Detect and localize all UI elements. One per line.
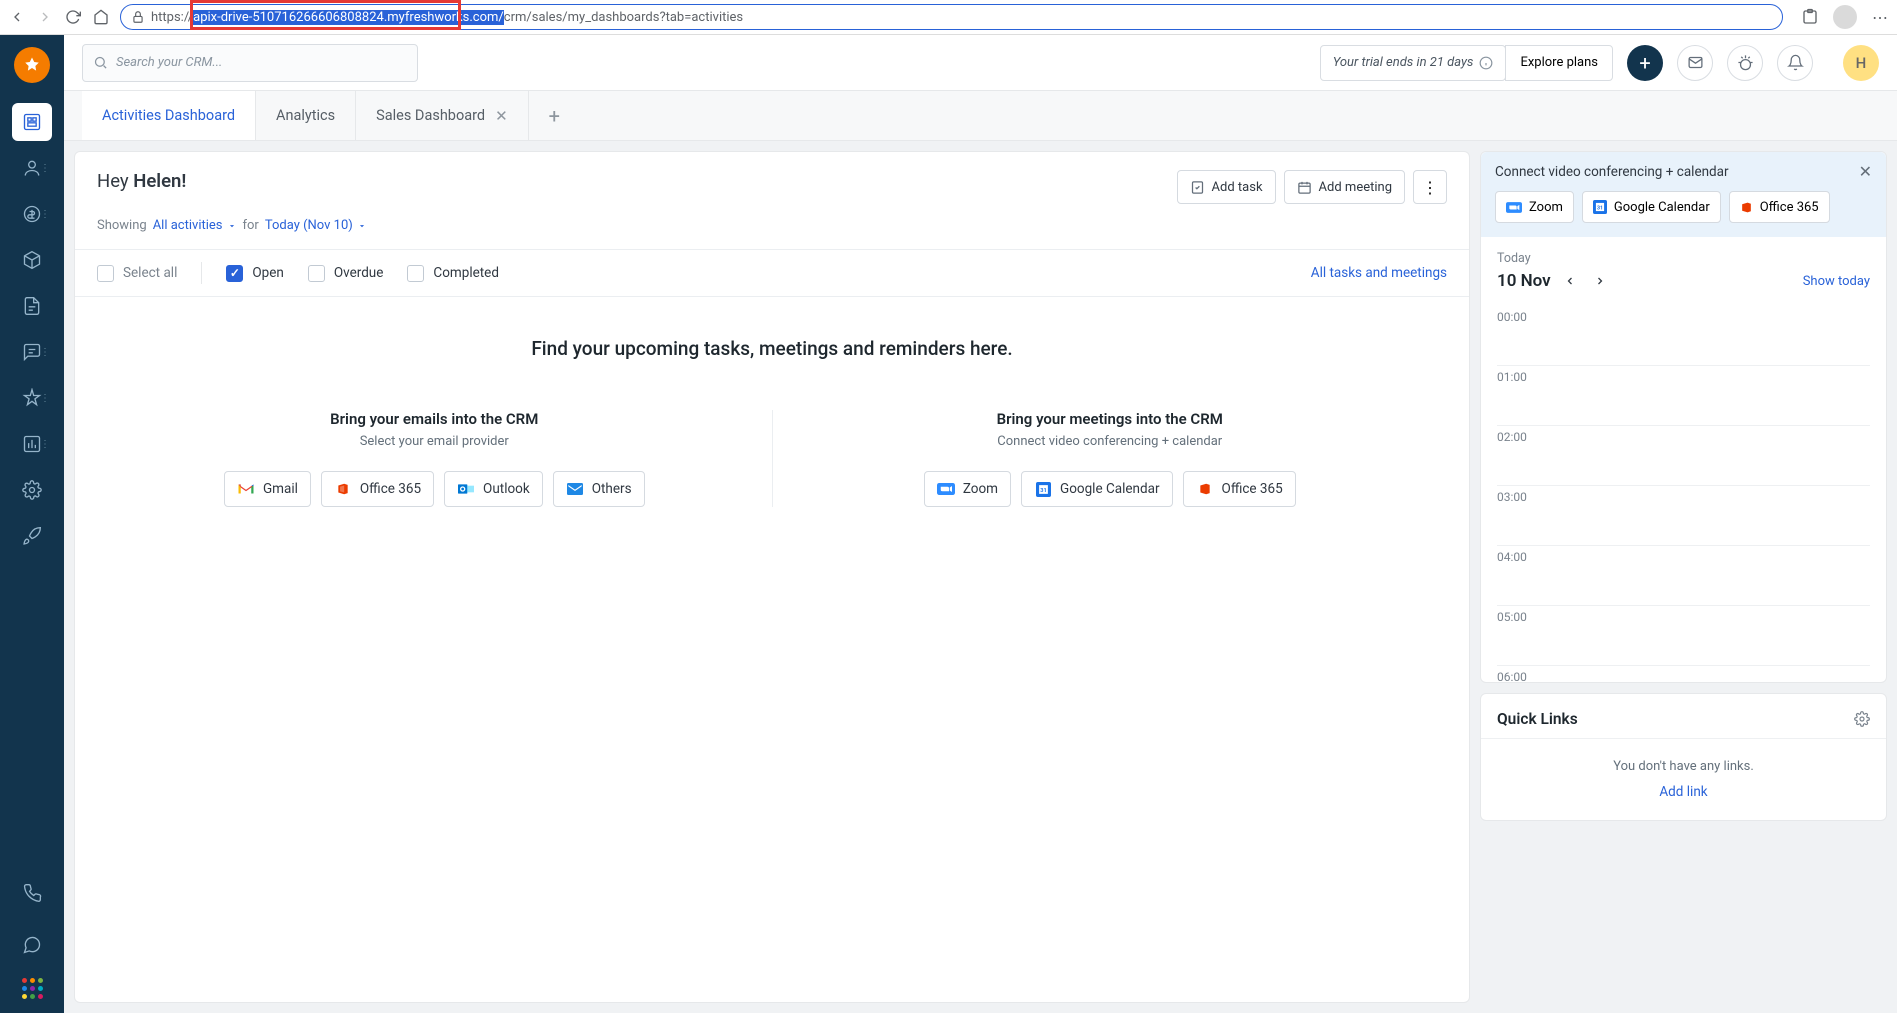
connect-calendar-card: Connect video conferencing + calendar ✕ … bbox=[1480, 151, 1887, 683]
bring-emails-subtitle: Select your email provider bbox=[127, 434, 742, 449]
user-avatar[interactable]: H bbox=[1843, 45, 1879, 81]
more-icon[interactable]: ⋯ bbox=[1871, 8, 1889, 26]
add-link-button[interactable]: Add link bbox=[1497, 784, 1870, 800]
bring-meetings-heading: Bring your meetings into the CRM bbox=[803, 410, 1418, 428]
nav-automations[interactable]: ⋮ bbox=[12, 379, 52, 417]
today-label: Today bbox=[1497, 251, 1870, 266]
workspace-tabs: Activities Dashboard Analytics Sales Das… bbox=[64, 91, 1897, 141]
email-button[interactable] bbox=[1677, 45, 1713, 81]
nav-dashboard[interactable] bbox=[12, 103, 52, 141]
quick-add-button[interactable]: + bbox=[1627, 45, 1663, 81]
notifications-button[interactable] bbox=[1777, 45, 1813, 81]
task-icon bbox=[1190, 180, 1205, 195]
show-today-link[interactable]: Show today bbox=[1803, 274, 1870, 289]
close-icon[interactable]: ✕ bbox=[495, 107, 508, 125]
outlook-button[interactable]: Outlook bbox=[444, 471, 543, 507]
tab-activities-dashboard[interactable]: Activities Dashboard bbox=[82, 91, 256, 140]
bring-meetings-subtitle: Connect video conferencing + calendar bbox=[803, 434, 1418, 449]
close-connect-button[interactable]: ✕ bbox=[1859, 162, 1872, 181]
add-meeting-button[interactable]: Add meeting bbox=[1284, 170, 1405, 204]
open-checkbox[interactable]: Open bbox=[226, 265, 283, 282]
dashboard-panel: Hey Helen! Add task Add meeting ⋮ bbox=[74, 151, 1470, 1003]
more-actions-button[interactable]: ⋮ bbox=[1413, 170, 1447, 204]
info-icon bbox=[1479, 56, 1493, 70]
search-input[interactable] bbox=[116, 55, 407, 70]
svg-text:31: 31 bbox=[1597, 205, 1603, 211]
office365-meeting-button[interactable]: Office 365 bbox=[1183, 471, 1296, 507]
prev-day-button[interactable] bbox=[1559, 270, 1581, 292]
quick-links-title: Quick Links bbox=[1497, 710, 1578, 728]
empty-state-title: Find your upcoming tasks, meetings and r… bbox=[97, 337, 1447, 360]
search-icon bbox=[93, 55, 108, 70]
connect-zoom-button[interactable]: Zoom bbox=[1495, 191, 1574, 223]
freddy-button[interactable] bbox=[1727, 45, 1763, 81]
connect-gcal-button[interactable]: 31Google Calendar bbox=[1582, 191, 1721, 223]
extensions-icon[interactable] bbox=[1801, 8, 1819, 26]
quick-links-empty: You don't have any links. bbox=[1497, 759, 1870, 774]
greeting: Hey Helen! bbox=[97, 170, 186, 192]
completed-checkbox[interactable]: Completed bbox=[407, 265, 499, 282]
app-logo[interactable] bbox=[14, 47, 50, 83]
gmail-button[interactable]: Gmail bbox=[224, 471, 311, 507]
filter-bar: Showing All activities for Today (Nov 10… bbox=[75, 214, 1469, 249]
office365-email-button[interactable]: Office 365 bbox=[321, 471, 434, 507]
quick-links-card: Quick Links You don't have any links. Ad… bbox=[1480, 693, 1887, 821]
home-icon[interactable] bbox=[92, 8, 110, 26]
url-domain-highlighted: apix-drive-510716266606808824.myfreshwor… bbox=[193, 10, 504, 25]
nav-products[interactable] bbox=[12, 241, 52, 279]
zoom-button[interactable]: Zoom bbox=[924, 471, 1011, 507]
bring-emails-heading: Bring your emails into the CRM bbox=[127, 410, 742, 428]
time-slot: 00:00 bbox=[1497, 306, 1870, 366]
tab-sales-dashboard[interactable]: Sales Dashboard✕ bbox=[356, 91, 529, 140]
browser-toolbar: https://apix-drive-510716266606808824.my… bbox=[0, 0, 1897, 35]
google-calendar-button[interactable]: 31Google Calendar bbox=[1021, 471, 1173, 507]
left-nav-rail: ⋮ ⋮ ⋮ ⋮ ⋮ bbox=[0, 35, 64, 1013]
reload-icon[interactable] bbox=[64, 8, 82, 26]
add-task-button[interactable]: Add task bbox=[1177, 170, 1276, 204]
nav-chat[interactable] bbox=[12, 926, 52, 964]
search-box[interactable] bbox=[82, 44, 418, 82]
calendar-date: 10 Nov bbox=[1497, 271, 1551, 291]
next-day-button[interactable] bbox=[1589, 270, 1611, 292]
url-bar[interactable]: https://apix-drive-510716266606808824.my… bbox=[120, 4, 1783, 30]
time-slot: 06:00 bbox=[1497, 666, 1870, 682]
nav-settings[interactable] bbox=[12, 471, 52, 509]
url-protocol: https:// bbox=[151, 10, 193, 25]
nav-contacts[interactable]: ⋮ bbox=[12, 149, 52, 187]
day-timeline[interactable]: 00:00 01:00 02:00 03:00 04:00 05:00 06:0… bbox=[1481, 302, 1886, 682]
time-slot: 03:00 bbox=[1497, 486, 1870, 546]
time-slot: 04:00 bbox=[1497, 546, 1870, 606]
svg-text:31: 31 bbox=[1040, 488, 1046, 494]
lock-icon bbox=[131, 10, 145, 24]
explore-plans-button[interactable]: Explore plans bbox=[1505, 45, 1613, 81]
time-slot: 05:00 bbox=[1497, 606, 1870, 666]
nav-documents[interactable] bbox=[12, 287, 52, 325]
back-icon[interactable] bbox=[8, 8, 26, 26]
others-email-button[interactable]: Others bbox=[553, 471, 645, 507]
quick-links-settings-button[interactable] bbox=[1854, 711, 1870, 727]
tab-analytics[interactable]: Analytics bbox=[256, 91, 356, 140]
nav-phone[interactable] bbox=[12, 874, 52, 912]
filter-activities-dropdown[interactable]: All activities bbox=[153, 218, 237, 233]
time-slot: 01:00 bbox=[1497, 366, 1870, 426]
select-all-checkbox[interactable]: Select all bbox=[97, 265, 177, 282]
url-path: crm/sales/my_dashboards?tab=activities bbox=[504, 10, 743, 25]
filter-date-dropdown[interactable]: Today (Nov 10) bbox=[265, 218, 367, 233]
all-tasks-meetings-link[interactable]: All tasks and meetings bbox=[1311, 265, 1447, 281]
nav-launch[interactable] bbox=[12, 517, 52, 555]
time-slot: 02:00 bbox=[1497, 426, 1870, 486]
nav-reports[interactable]: ⋮ bbox=[12, 425, 52, 463]
app-header: Your trial ends in 21 days Explore plans… bbox=[64, 35, 1897, 91]
nav-conversations[interactable]: ⋮ bbox=[12, 333, 52, 371]
trial-notice: Your trial ends in 21 days bbox=[1320, 45, 1507, 81]
nav-deals[interactable]: ⋮ bbox=[12, 195, 52, 233]
browser-profile-icon[interactable] bbox=[1833, 5, 1857, 29]
connect-office365-button[interactable]: Office 365 bbox=[1729, 191, 1830, 223]
add-tab-button[interactable]: + bbox=[529, 91, 580, 140]
overdue-checkbox[interactable]: Overdue bbox=[308, 265, 384, 282]
calendar-icon bbox=[1297, 180, 1312, 195]
connect-title: Connect video conferencing + calendar bbox=[1495, 164, 1729, 180]
nav-apps-grid-icon[interactable] bbox=[22, 978, 43, 999]
forward-icon bbox=[36, 8, 54, 26]
